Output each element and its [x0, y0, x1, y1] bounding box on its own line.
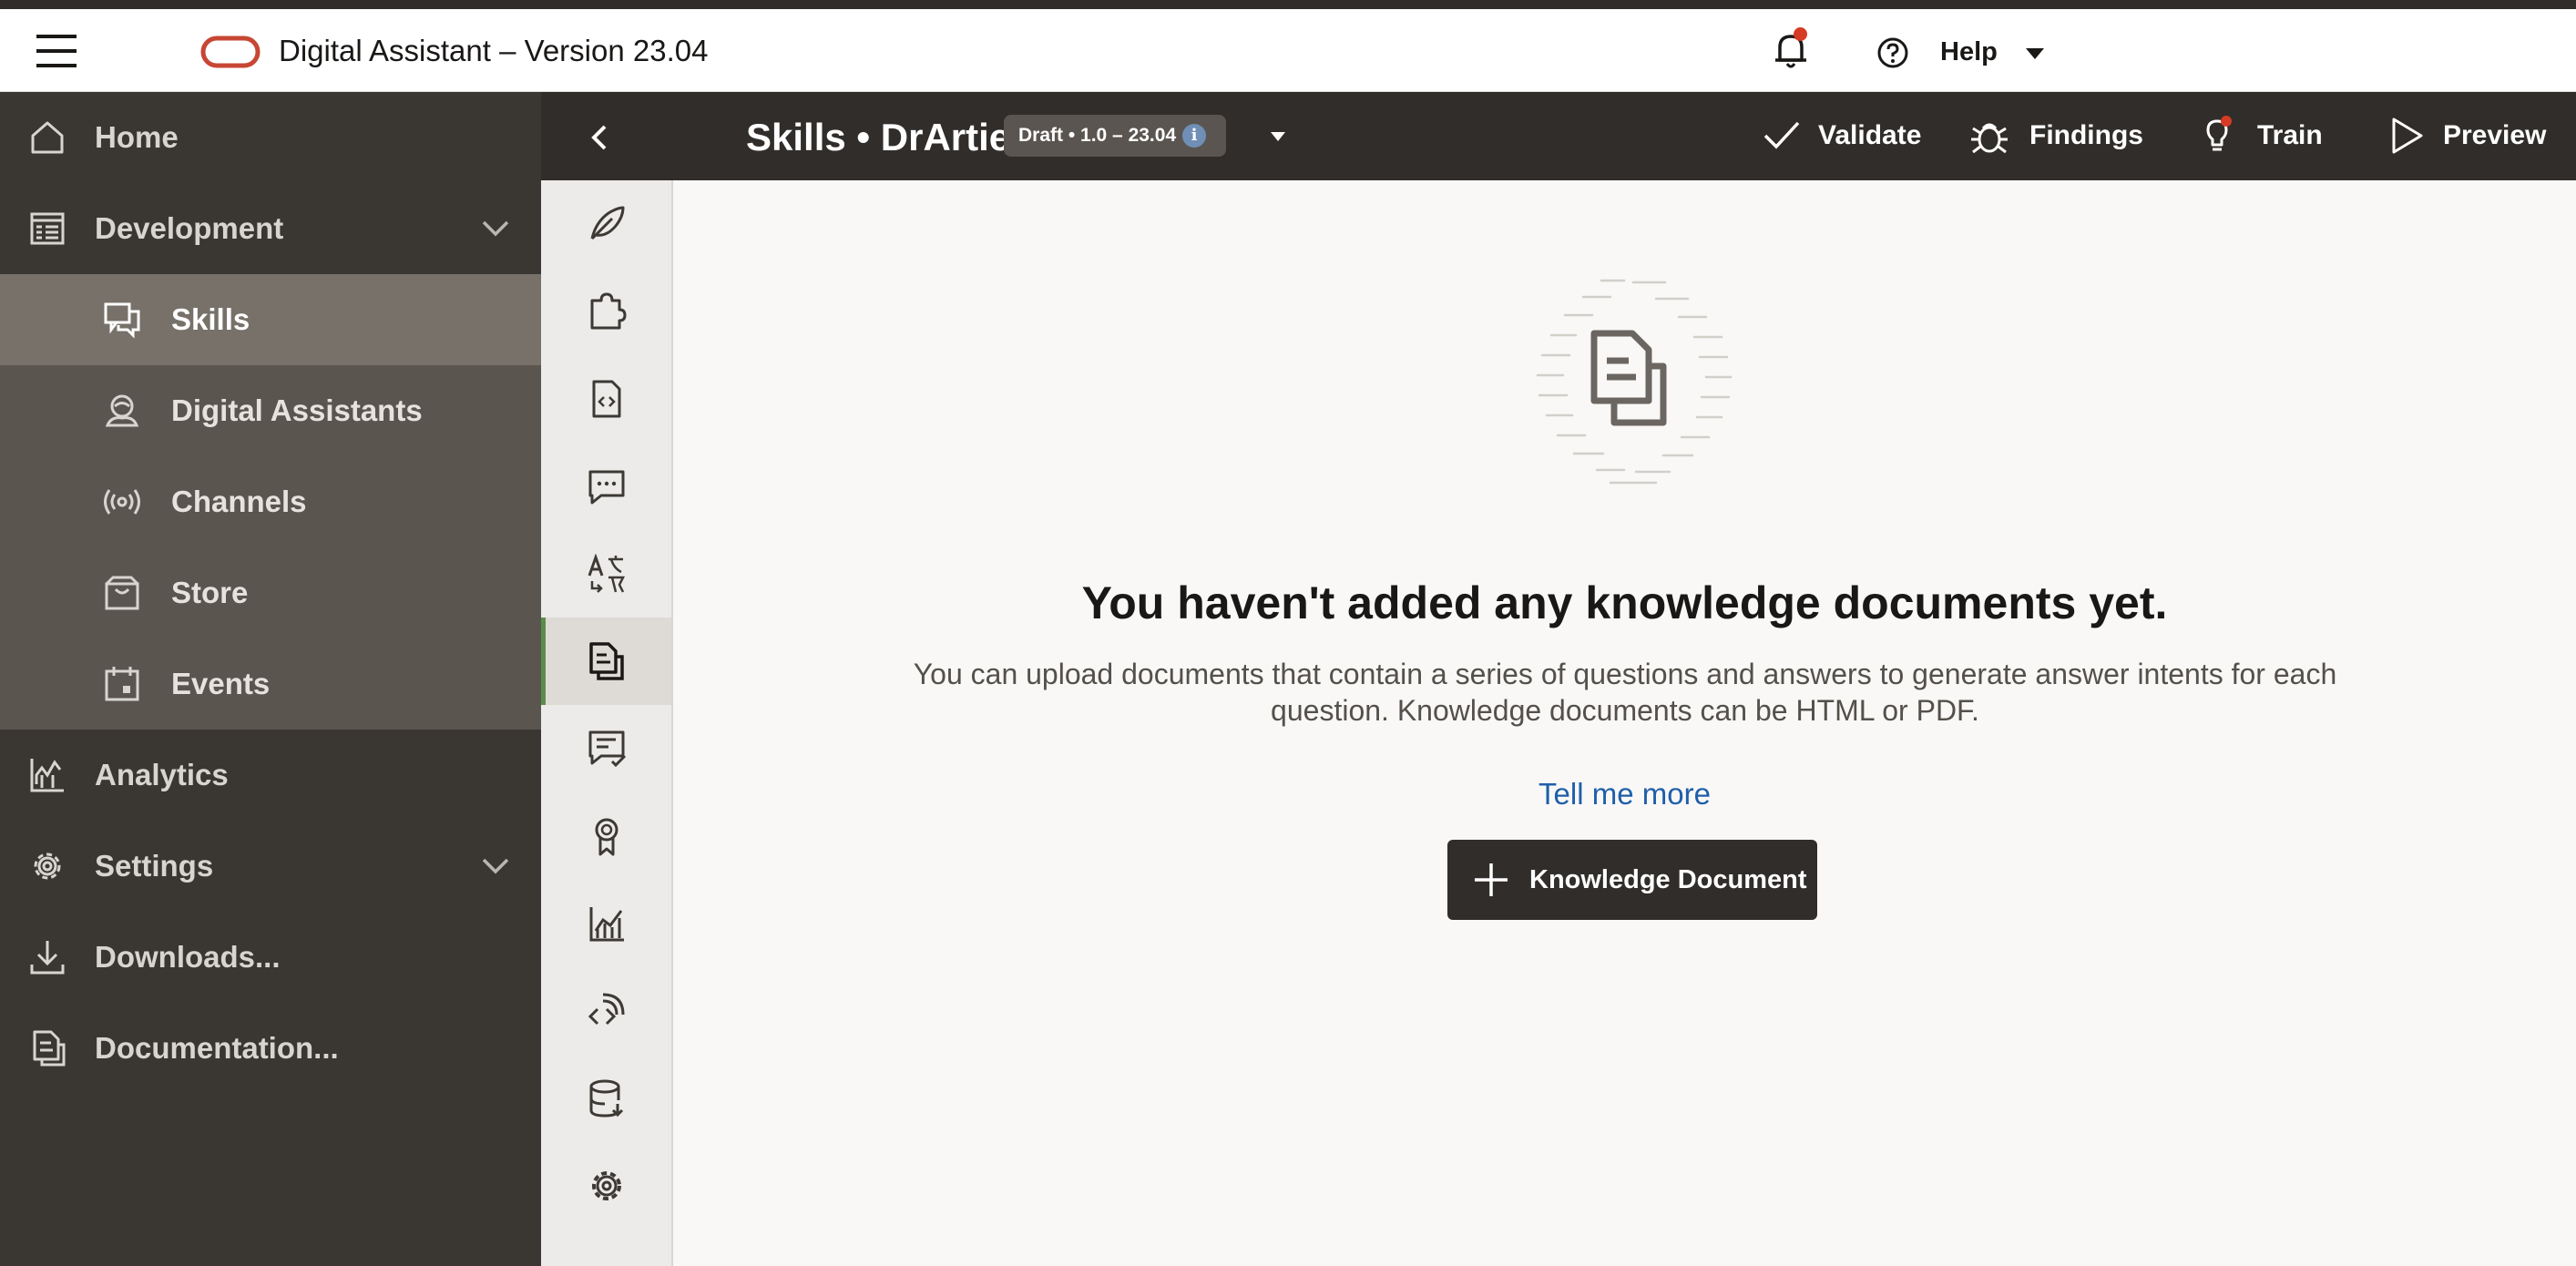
settings-icon	[34, 853, 61, 880]
preview-label: Preview	[2443, 120, 2547, 150]
rail-item-insights[interactable]	[541, 880, 671, 967]
rail-item-flows[interactable]	[541, 355, 671, 443]
development-icon	[30, 212, 65, 245]
help-circle-icon[interactable]	[1876, 36, 1909, 69]
back-arrow-icon[interactable]	[587, 123, 612, 152]
puzzle-icon	[590, 292, 627, 330]
rail-item-entities[interactable]	[541, 792, 671, 880]
findings-button[interactable]: Findings	[1969, 112, 2143, 159]
badge-icon	[595, 818, 618, 856]
add-knowledge-document-button[interactable]: Knowledge Document	[1447, 840, 1817, 920]
version-badge-text: Draft • 1.0 – 23.04	[1018, 125, 1177, 146]
rail-item-settings-overview[interactable]	[541, 180, 671, 268]
skill-toolbar: Skills • DrArtie Draft • 1.0 – 23.04 i V…	[541, 92, 2576, 180]
empty-state-description: You can upload documents that contain a …	[913, 658, 2337, 727]
digital-assistant-icon	[105, 394, 139, 427]
validate-button[interactable]: Validate	[1762, 112, 1926, 159]
play-icon	[2392, 117, 2423, 154]
nav-subitem-label: Channels	[171, 485, 307, 518]
database-icon	[589, 1079, 624, 1118]
empty-state-document-icon	[1536, 279, 1733, 485]
rail-item-data[interactable]	[541, 1055, 671, 1142]
nav-subitem-channels[interactable]: Channels	[0, 456, 541, 547]
skill-title: Skills • DrArtie	[746, 116, 1011, 158]
nav-item-label: Downloads...	[95, 940, 281, 974]
download-icon	[30, 941, 65, 975]
api-icon	[588, 993, 625, 1026]
settings-icon	[592, 1171, 621, 1200]
help-menu-label[interactable]: Help	[1940, 33, 1998, 71]
hamburger-menu-icon[interactable]	[27, 31, 86, 71]
nav-subitem-label: Store	[171, 576, 249, 609]
nav-item-development[interactable]: Development	[0, 183, 541, 274]
info-icon[interactable]: i	[1182, 124, 1206, 148]
nav-item-label: Home	[95, 120, 179, 154]
plus-icon	[1475, 863, 1508, 896]
nav-subitem-skills[interactable]: Skills	[0, 274, 541, 365]
caret-down-icon[interactable]	[2024, 46, 2046, 61]
add-knowledge-document-label: Knowledge Document	[1529, 865, 1807, 894]
documentation-icon	[33, 1030, 66, 1067]
rail-item-knowledge[interactable]	[541, 618, 671, 705]
oracle-logo	[200, 36, 261, 68]
events-icon	[105, 667, 139, 701]
rail-item-conversations[interactable]	[541, 443, 671, 530]
nav-item-label: Settings	[95, 849, 214, 883]
chevron-down-icon[interactable]	[481, 219, 510, 239]
nav-subitem-store[interactable]: Store	[0, 547, 541, 638]
skill-icon-rail	[541, 180, 673, 1266]
checkmark-icon	[1763, 121, 1800, 149]
rail-item-intents[interactable]	[541, 268, 671, 355]
validate-label: Validate	[1818, 120, 1922, 150]
rail-item-quality[interactable]	[541, 705, 671, 792]
nav-item-documentation[interactable]: Documentation...	[0, 1003, 541, 1094]
nav-item-downloads[interactable]: Downloads...	[0, 912, 541, 1003]
nav-subitem-label: Skills	[171, 302, 250, 336]
rail-item-components[interactable]	[541, 967, 671, 1055]
window-top-strip	[0, 0, 2576, 9]
train-label: Train	[2257, 120, 2323, 150]
nav-item-home[interactable]: Home	[0, 92, 541, 183]
nav-item-label: Development	[95, 211, 284, 245]
chat-icon	[588, 470, 625, 505]
store-icon	[105, 576, 139, 610]
findings-label: Findings	[2029, 120, 2143, 150]
translate-icon	[588, 554, 626, 593]
nav-subitem-label: Events	[171, 667, 271, 700]
left-navigation: Home Development Skills Digital Assistan…	[0, 92, 541, 1266]
bug-icon	[1971, 123, 2008, 154]
rail-item-resource-bundles[interactable]	[541, 530, 671, 618]
knowledge-document-icon	[589, 642, 624, 680]
conversation-check-icon	[588, 730, 627, 768]
version-badge[interactable]: Draft • 1.0 – 23.04 i	[1004, 115, 1226, 157]
app-header: Digital Assistant – Version 23.04 Help	[0, 9, 2576, 92]
train-button[interactable]: Train	[2197, 112, 2334, 159]
code-document-icon	[592, 380, 621, 418]
nav-item-label: Documentation...	[95, 1031, 339, 1065]
caret-down-icon[interactable]	[1270, 131, 1286, 142]
preview-button[interactable]: Preview	[2387, 112, 2550, 159]
main-content: You haven't added any knowledge document…	[673, 180, 2576, 1266]
nav-item-label: Analytics	[95, 758, 229, 791]
tell-me-more-link[interactable]: Tell me more	[1538, 777, 1711, 811]
insights-icon	[589, 907, 624, 942]
skills-icon	[104, 302, 140, 339]
channels-icon	[104, 489, 140, 515]
feather-icon	[590, 206, 625, 240]
analytics-icon	[30, 759, 64, 792]
nav-subitem-label: Digital Assistants	[171, 393, 423, 427]
nav-subitem-events[interactable]: Events	[0, 638, 541, 730]
nav-item-settings[interactable]: Settings	[0, 821, 541, 912]
tell-me-more-link-row: Tell me more	[673, 776, 2576, 812]
home-icon	[31, 121, 64, 154]
notification-badge	[1794, 27, 1807, 41]
app-title: Digital Assistant – Version 23.04	[279, 34, 709, 67]
bell-icon[interactable]	[1765, 26, 1816, 73]
rail-item-settings[interactable]	[541, 1142, 671, 1230]
nav-subitem-digital-assistants[interactable]: Digital Assistants	[0, 365, 541, 456]
train-icon	[2206, 116, 2232, 151]
chevron-down-icon[interactable]	[481, 856, 510, 876]
nav-item-analytics[interactable]: Analytics	[0, 730, 541, 821]
empty-state-title: You haven't added any knowledge document…	[1081, 577, 2168, 628]
